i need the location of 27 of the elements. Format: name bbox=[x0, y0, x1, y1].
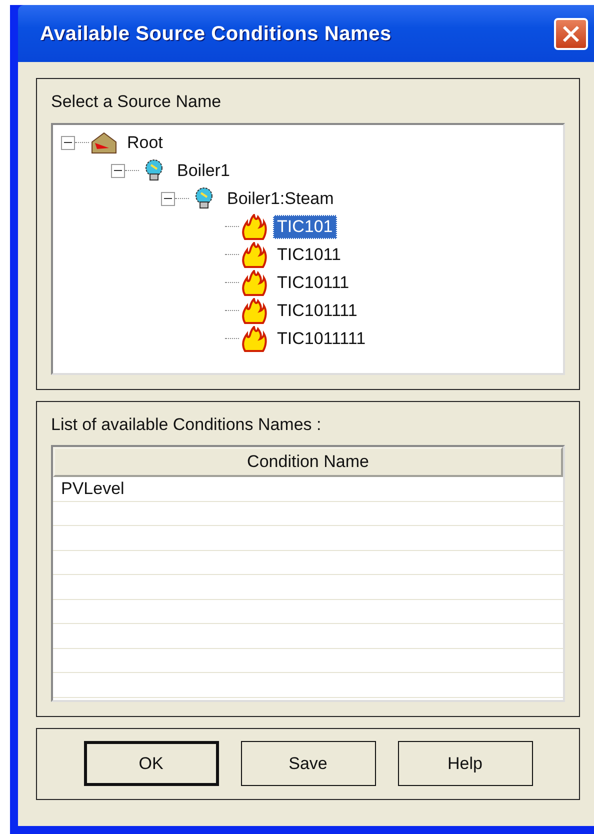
tree-item[interactable]: TIC1011111 bbox=[273, 326, 370, 350]
flame-icon bbox=[239, 298, 269, 324]
table-cell: PVLevel bbox=[53, 477, 563, 502]
tree-item[interactable]: TIC101 bbox=[273, 214, 337, 238]
flame-icon bbox=[239, 242, 269, 268]
flame-icon bbox=[239, 326, 269, 352]
flame-icon bbox=[239, 214, 269, 240]
house-icon bbox=[89, 130, 119, 156]
dialog-button[interactable]: Save bbox=[240, 741, 376, 786]
group-label: Select a Source Name bbox=[51, 91, 222, 113]
window-title: Available Source Conditions Names bbox=[40, 22, 392, 46]
column-header[interactable]: Condition Name bbox=[53, 447, 563, 477]
close-icon bbox=[561, 24, 581, 44]
collapse-toggle[interactable] bbox=[111, 164, 125, 178]
collapse-toggle[interactable] bbox=[61, 136, 75, 150]
tree-item[interactable]: Boiler1 bbox=[173, 158, 234, 182]
tree-item[interactable]: TIC10111 bbox=[273, 270, 354, 294]
tree-item[interactable]: TIC101111 bbox=[273, 298, 362, 322]
collapse-toggle[interactable] bbox=[161, 192, 175, 206]
group-label: List of available Conditions Names : bbox=[51, 414, 322, 436]
flame-icon bbox=[239, 270, 269, 296]
close-button[interactable] bbox=[554, 18, 588, 50]
tree-item[interactable]: Boiler1:Steam bbox=[223, 186, 338, 210]
dialog-button[interactable]: OK bbox=[84, 741, 218, 786]
tree-item[interactable]: Root bbox=[123, 130, 167, 154]
dialog-button[interactable]: Help bbox=[398, 741, 532, 786]
tree-item[interactable]: TIC1011 bbox=[273, 242, 345, 266]
